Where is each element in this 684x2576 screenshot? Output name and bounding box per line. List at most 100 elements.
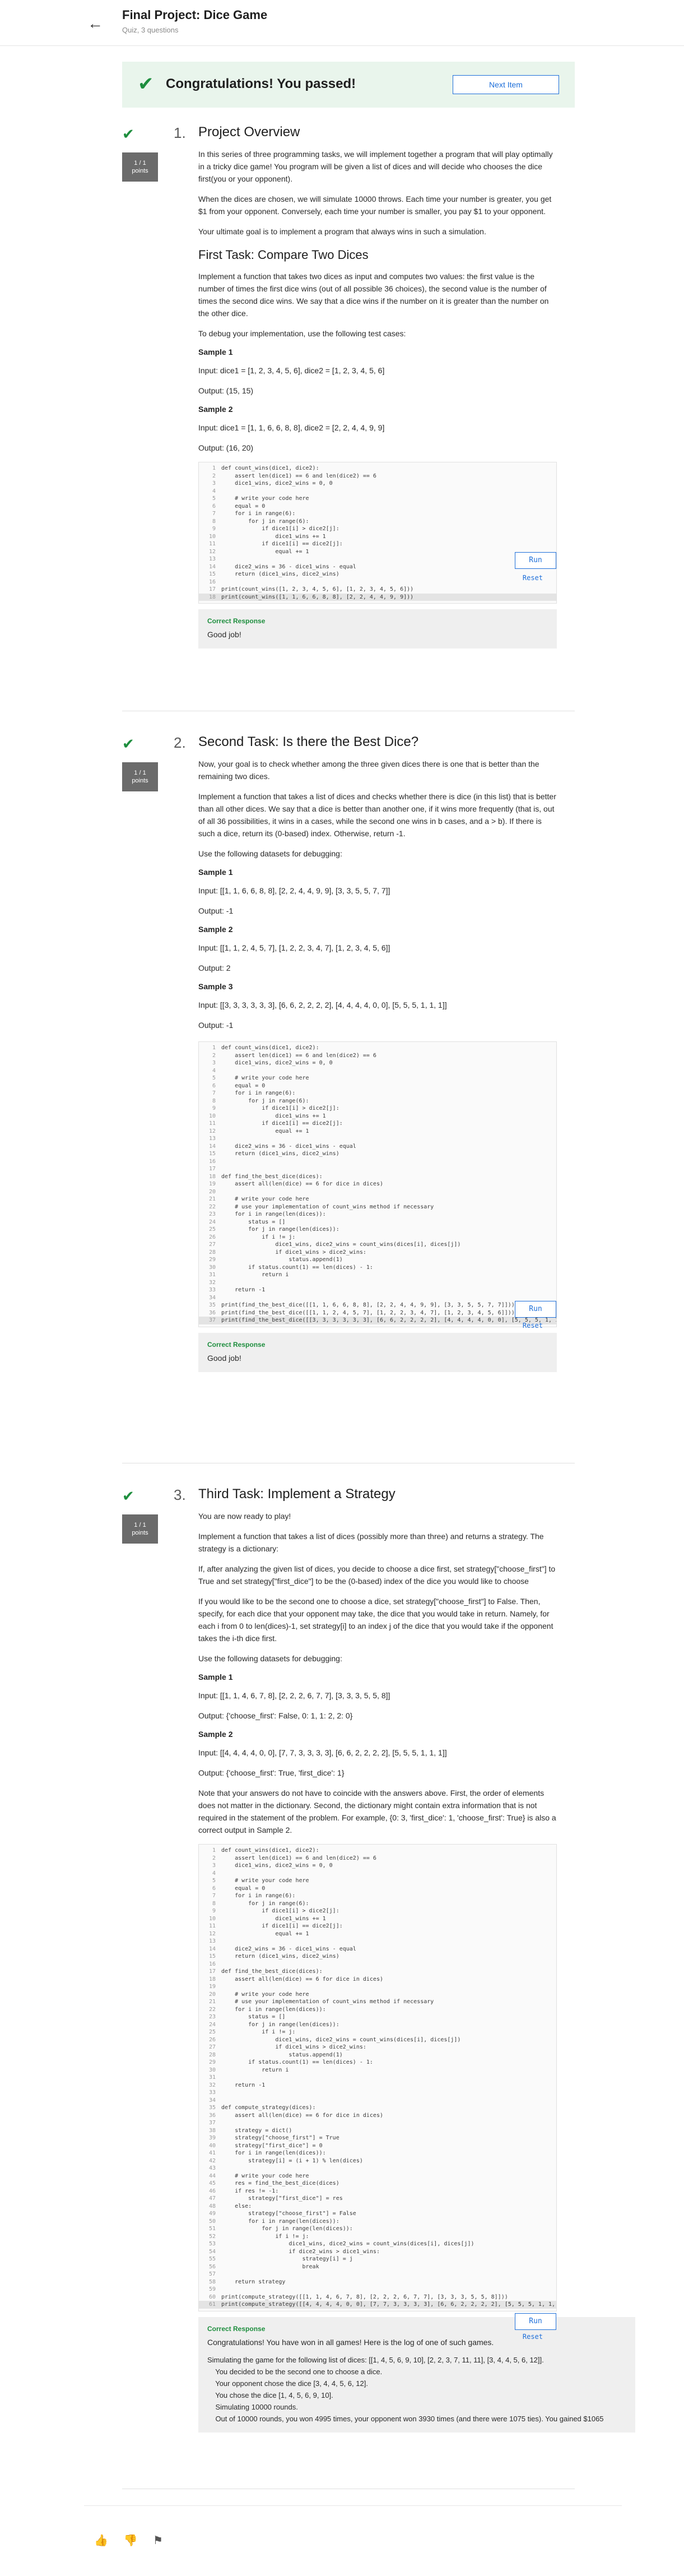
code-line[interactable]: 19 assert all(len(dice) == 6 for dice in… [199,1180,556,1188]
code-line[interactable]: 7 for i in range(6): [199,1090,556,1097]
code-line[interactable]: 5 # write your code here [199,1074,556,1082]
code-line[interactable]: 19 [199,1983,556,1991]
code-line[interactable]: 29 status.append(1) [199,1256,556,1264]
code-line[interactable]: 28 status.append(1) [199,2051,556,2059]
code-line[interactable]: 61 print(compute_strategy([[4, 4, 4, 4, 0… [199,2301,556,2309]
code-line[interactable]: 46 if res != -1: [199,2188,556,2195]
code-line[interactable]: 12 equal += 1 [199,1128,556,1136]
code-line[interactable]: 34 [199,2097,556,2105]
code-line[interactable]: 27 dice1_wins, dice2_wins = count_wins(d… [199,1241,556,1249]
code-editor[interactable]: 1 def count_wins(dice1, dice2): 2 assert l… [198,462,557,604]
code-line[interactable]: 59 [199,2286,556,2294]
code-line[interactable]: 39 strategy["choose_first"] = True [199,2134,556,2142]
code-line[interactable]: 60 print(compute_strategy([[1, 1, 4, 6, 7… [199,2294,556,2301]
code-line[interactable]: 10 dice1_wins += 1 [199,533,556,541]
code-line[interactable]: 53 dice1_wins, dice2_wins = count_wins(d… [199,2240,556,2248]
code-line[interactable]: 5 # write your code here [199,495,556,503]
code-line[interactable]: 21 # use your implementation of count_wi… [199,1998,556,2006]
code-line[interactable]: 36 assert all(len(dice) == 6 for dice in… [199,2112,556,2120]
code-line[interactable]: 24 for j in range(len(dices)): [199,2021,556,2029]
code-line[interactable]: 26 dice1_wins, dice2_wins = count_wins(d… [199,2036,556,2044]
code-line[interactable]: 17 print(count_wins([1, 2, 3, 4, 5, 6], [… [199,586,556,594]
code-line[interactable]: 51 for j in range(len(dices)): [199,2225,556,2233]
code-line[interactable]: 2 assert len(dice1) == 6 and len(dice2) … [199,1855,556,1862]
code-line[interactable]: 57 [199,2271,556,2278]
code-line[interactable]: 52 if i != j: [199,2233,556,2241]
code-line[interactable]: 32 [199,1279,556,1287]
code-line[interactable]: 20 [199,1188,556,1196]
code-line[interactable]: 49 strategy["choose_first"] = False [199,2210,556,2218]
code-line[interactable]: 33 return -1 [199,1286,556,1294]
code-line[interactable]: 29 if status.count(1) == len(dices) - 1: [199,2059,556,2067]
reset-link[interactable]: Reset [523,2333,543,2341]
code-line[interactable]: 15 return (dice1_wins, dice2_wins) [199,1150,556,1158]
code-line[interactable]: 33 [199,2089,556,2097]
code-line[interactable]: 44 # write your code here [199,2172,556,2180]
code-line[interactable]: 30 if status.count(1) == len(dices) - 1: [199,1264,556,1272]
code-line[interactable]: 11 if dice1[i] == dice2[j]: [199,540,556,548]
code-line[interactable]: 45 res = find_the_best_dice(dices) [199,2180,556,2188]
code-line[interactable]: 7 for i in range(6): [199,510,556,518]
code-line[interactable]: 55 strategy[i] = j [199,2255,556,2263]
code-line[interactable]: 43 [199,2165,556,2172]
code-line[interactable]: 38 strategy = dict() [199,2127,556,2135]
code-line[interactable]: 31 return i [199,1271,556,1279]
code-line[interactable]: 1 def count_wins(dice1, dice2): [199,465,556,472]
reset-link[interactable]: Reset [523,1322,543,1330]
code-line[interactable]: 1 def count_wins(dice1, dice2): [199,1847,556,1855]
code-line[interactable]: 42 strategy[i] = (i + 1) % len(dices) [199,2157,556,2165]
code-line[interactable]: 15 return (dice1_wins, dice2_wins) [199,571,556,578]
code-line[interactable]: 9 if dice1[i] > dice2[j]: [199,1105,556,1113]
arrow-left-icon[interactable]: ← [84,12,106,35]
code-line[interactable]: 11 if dice1[i] == dice2[j]: [199,1120,556,1128]
code-line[interactable]: 8 for j in range(6): [199,1097,556,1105]
code-line[interactable]: 14 dice2_wins = 36 - dice1_wins - equal [199,563,556,571]
code-editor[interactable]: 1 def count_wins(dice1, dice2): 2 assert l… [198,1844,557,2341]
code-line[interactable]: 27 if dice1_wins > dice2_wins: [199,2044,556,2051]
code-line[interactable]: 36 print(find_the_best_dice([[1, 1, 2, 4,… [199,1309,556,1317]
code-line[interactable]: 9 if dice1[i] > dice2[j]: [199,1907,556,1915]
code-line[interactable]: 17 [199,1165,556,1173]
code-line[interactable]: 14 dice2_wins = 36 - dice1_wins - equal [199,1143,556,1151]
code-editor[interactable]: 1 def count_wins(dice1, dice2): 2 assert l… [198,1041,557,1330]
code-line[interactable]: 50 for i in range(len(dices)): [199,2218,556,2226]
code-line[interactable]: 2 assert len(dice1) == 6 and len(dice2) … [199,1052,556,1060]
code-line[interactable]: 54 if dice2_wins > dice1_wins: [199,2248,556,2256]
code-line[interactable]: 12 equal += 1 [199,548,556,556]
code-line[interactable]: 6 equal = 0 [199,503,556,511]
reset-link[interactable]: Reset [523,574,543,582]
code-line[interactable]: 18 def find_the_best_dice(dices): [199,1173,556,1181]
code-line[interactable]: 23 for i in range(len(dices)): [199,1211,556,1218]
code-line[interactable]: 31 [199,2074,556,2082]
code-line[interactable]: 16 [199,1961,556,1968]
code-line[interactable]: 26 if i != j: [199,1234,556,1241]
code-line[interactable]: 3 dice1_wins, dice2_wins = 0, 0 [199,480,556,488]
code-line[interactable]: 32 return -1 [199,2082,556,2089]
code-line[interactable]: 8 for j in range(6): [199,518,556,526]
code-line[interactable]: 25 if i != j: [199,2028,556,2036]
code-line[interactable]: 41 for i in range(len(dices)): [199,2149,556,2157]
code-line[interactable]: 22 for i in range(len(dices)): [199,2006,556,2014]
code-line[interactable]: 34 [199,1294,556,1302]
code-line[interactable]: 14 dice2_wins = 36 - dice1_wins - equal [199,1945,556,1953]
code-line[interactable]: 28 if dice1_wins > dice2_wins: [199,1249,556,1257]
code-line[interactable]: 15 return (dice1_wins, dice2_wins) [199,1953,556,1961]
code-line[interactable]: 7 for i in range(6): [199,1892,556,1900]
code-line[interactable]: 35 def compute_strategy(dices): [199,2104,556,2112]
code-line[interactable]: 17 def find_the_best_dice(dices): [199,1968,556,1976]
next-item-button[interactable]: Next Item [453,75,559,94]
code-line[interactable]: 16 [199,1158,556,1166]
code-line[interactable]: 8 for j in range(6): [199,1900,556,1908]
code-line[interactable]: 56 break [199,2263,556,2271]
code-line[interactable]: 23 status = [] [199,2013,556,2021]
code-line[interactable]: 48 else: [199,2203,556,2211]
code-line[interactable]: 5 # write your code here [199,1877,556,1885]
code-line[interactable]: 18 assert all(len(dice) == 6 for dice in… [199,1976,556,1984]
code-line[interactable]: 13 [199,555,556,563]
code-line[interactable]: 1 def count_wins(dice1, dice2): [199,1044,556,1052]
code-line[interactable]: 9 if dice1[i] > dice2[j]: [199,525,556,533]
code-line[interactable]: 22 # use your implementation of count_wi… [199,1203,556,1211]
code-line[interactable]: 3 dice1_wins, dice2_wins = 0, 0 [199,1059,556,1067]
code-line[interactable]: 16 [199,578,556,586]
code-line[interactable]: 13 [199,1135,556,1143]
